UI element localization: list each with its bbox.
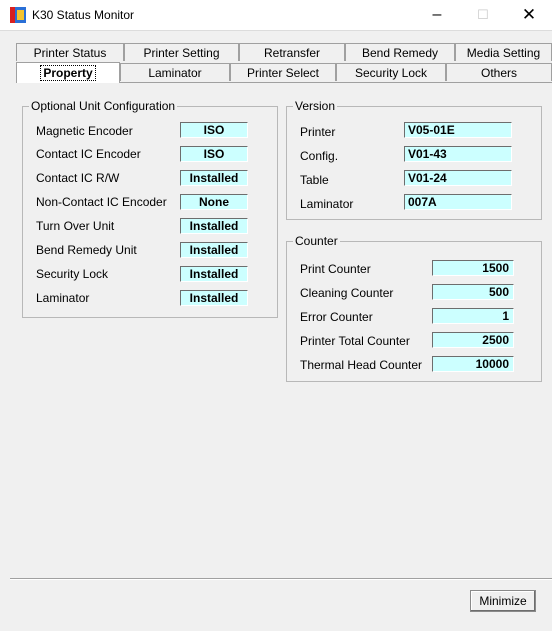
tab-printer-select[interactable]: Printer Select [230,63,336,81]
optional-unit-value: Installed [180,266,248,282]
tab-others[interactable]: Others [446,63,552,81]
optional-unit-label: Security Lock [36,267,109,281]
tab-bend-remedy[interactable]: Bend Remedy [345,43,455,61]
tab-label: Security Lock [354,66,428,80]
tab-printer-setting[interactable]: Printer Setting [124,43,239,61]
tab-laminator[interactable]: Laminator [120,63,230,81]
footer-separator-highlight [10,579,552,580]
tab-label: Property [40,65,96,81]
optional-unit-label: Bend Remedy Unit [36,243,137,257]
version-label: Config. [300,149,339,163]
counter-value: 1500 [432,260,514,276]
counter-label: Printer Total Counter [300,334,410,348]
version-value: V01-43 [404,146,512,162]
counter-value: 10000 [432,356,514,372]
window-minimize-button[interactable]: – [414,0,460,30]
window-title: K30 Status Monitor [32,8,135,22]
optional-unit-value: Installed [180,170,248,186]
window-close-button[interactable]: ✕ [506,0,552,30]
tab-property[interactable]: Property [16,62,120,83]
optional-unit-label: Contact IC R/W [36,171,120,185]
tab-label: Media Setting [466,46,541,60]
optional-unit-label: Contact IC Encoder [36,147,141,161]
window-maximize-button[interactable]: ☐ [460,0,506,30]
counter-value: 2500 [432,332,514,348]
optional-unit-label: Magnetic Encoder [36,124,133,138]
optional-unit-value: Installed [180,218,248,234]
version-value: V05-01E [404,122,512,138]
version-title: Version [293,99,338,113]
optional-unit-value: Installed [180,290,248,306]
optional-unit-label: Non-Contact IC Encoder [36,195,167,209]
version-value: V01-24 [404,170,512,186]
optional-unit-value: ISO [180,122,248,138]
counter-value: 500 [432,284,514,300]
optional-unit-title: Optional Unit Configuration [29,99,178,113]
version-label: Laminator [300,197,354,211]
tab-label: Laminator [148,66,202,80]
app-icon [10,7,26,23]
tab-label: Printer Setting [143,46,220,60]
tab-label: Bend Remedy [361,46,439,60]
version-label: Table [300,173,329,187]
version-value: 007A [404,194,512,210]
tab-media-setting[interactable]: Media Setting [455,43,552,61]
tab-label: Printer Status [33,46,107,60]
optional-unit-value: Installed [180,242,248,258]
minimize-button[interactable]: Minimize [470,590,536,612]
tab-label: Others [480,66,517,80]
optional-unit-label: Laminator [36,291,90,305]
counter-label: Error Counter [300,310,373,324]
counter-label: Cleaning Counter [300,286,394,300]
version-label: Printer [300,125,336,139]
tab-printer-status[interactable]: Printer Status [16,43,124,61]
tab-retransfer[interactable]: Retransfer [239,43,345,61]
counter-label: Print Counter [300,262,371,276]
optional-unit-label: Turn Over Unit [36,219,115,233]
optional-unit-value: ISO [180,146,248,162]
tab-label: Printer Select [246,66,320,80]
counter-label: Thermal Head Counter [300,358,423,372]
counter-value: 1 [432,308,514,324]
tab-label: Retransfer [263,46,321,60]
counter-title: Counter [293,234,340,248]
tab-security-lock[interactable]: Security Lock [336,63,446,81]
optional-unit-value: None [180,194,248,210]
